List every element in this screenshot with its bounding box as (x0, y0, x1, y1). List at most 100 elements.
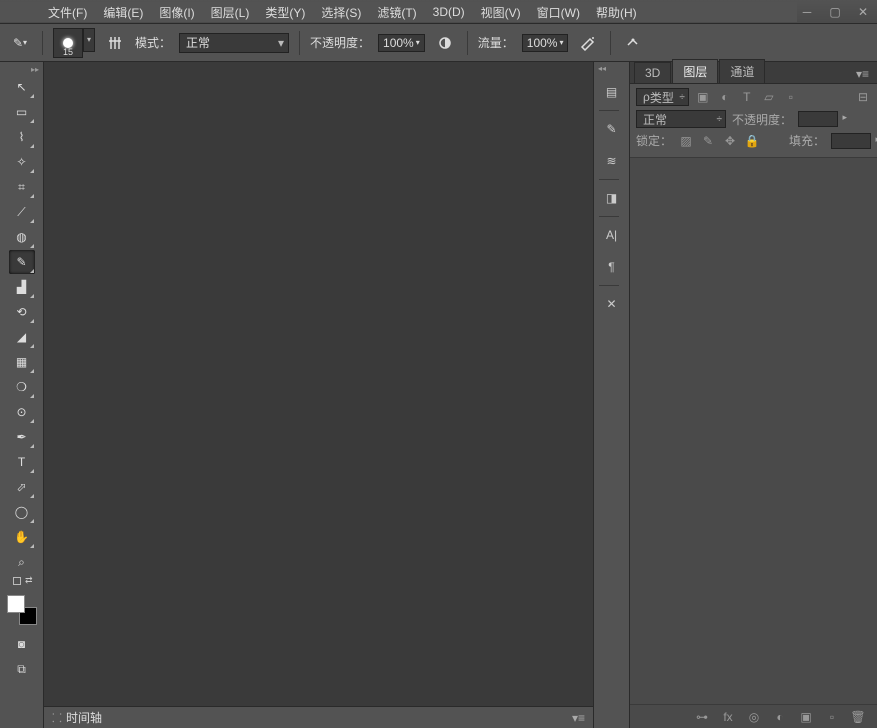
blend-mode-select[interactable]: 正常 (179, 33, 289, 53)
aux-expand-handle[interactable]: ◂◂ (598, 64, 606, 74)
timeline-menu-icon[interactable]: ▾≡ (572, 711, 585, 725)
filter-type-icon[interactable]: T (739, 89, 755, 105)
clone-source-panel-icon[interactable]: ◨ (599, 184, 625, 212)
panel-menu-icon[interactable]: ▾≡ (854, 65, 871, 83)
layer-blend-mode-select[interactable]: 正常 (636, 110, 726, 128)
timeline-handle-icon[interactable]: ⸬ (52, 709, 60, 726)
magic-wand-tool[interactable]: ✧ (9, 150, 35, 174)
hand-tool[interactable]: ✋ (9, 525, 35, 549)
crop-tool[interactable]: ⌗ (9, 175, 35, 199)
blur-tool[interactable]: ❍ (9, 375, 35, 399)
menu-type[interactable]: 类型(Y) (257, 2, 313, 23)
quick-mask-toggle[interactable]: ◙ (9, 632, 35, 656)
menu-layer[interactable]: 图层(L) (203, 2, 258, 23)
menu-image[interactable]: 图像(I) (151, 2, 202, 23)
flow-input[interactable]: 100%▾ (522, 34, 569, 52)
layer-list[interactable] (630, 158, 877, 704)
brush-settings-panel-icon[interactable]: ≋ (599, 147, 625, 175)
tab-layers[interactable]: 图层 (672, 59, 718, 83)
menu-window[interactable]: 窗口(W) (529, 2, 588, 23)
layer-opacity-label: 不透明度： (732, 111, 792, 128)
opacity-pressure-icon[interactable] (433, 31, 457, 55)
layer-style-icon[interactable]: fx (719, 708, 737, 726)
minimize-button[interactable]: ─ (793, 3, 821, 21)
pen-tool[interactable]: ✒ (9, 425, 35, 449)
layer-opacity-input[interactable] (798, 111, 838, 127)
maximize-button[interactable]: ▢ (821, 3, 849, 21)
filter-pixel-icon[interactable]: ▣ (695, 89, 711, 105)
dodge-tool[interactable]: ⊙ (9, 400, 35, 424)
right-panel-group: 3D 图层 通道 ▾≡ ρ 类型 ▣ ◐ T ▱ ▫ ⊟ 正常 不透明度： 锁定… (629, 62, 877, 728)
history-brush-tool[interactable]: ⟲ (9, 300, 35, 324)
document-canvas[interactable] (44, 62, 593, 706)
menu-file[interactable]: 文件(F) (40, 2, 95, 23)
menu-help[interactable]: 帮助(H) (588, 2, 645, 23)
gradient-tool[interactable]: ▦ (9, 350, 35, 374)
tab-channels[interactable]: 通道 (719, 59, 765, 83)
close-button[interactable]: ✕ (849, 3, 877, 21)
color-swatch[interactable] (7, 595, 37, 625)
menu-3d[interactable]: 3D(D) (425, 3, 473, 21)
toolbox-collapse-handle[interactable]: ▸▸ (0, 64, 43, 74)
heal-tool[interactable]: ◍ (9, 225, 35, 249)
default-colors-icon[interactable] (13, 577, 21, 585)
marquee-tool[interactable]: ▭ (9, 100, 35, 124)
lasso-tool[interactable]: ⌇ (9, 125, 35, 149)
menu-edit[interactable]: 编辑(E) (95, 2, 151, 23)
layer-fill-input[interactable] (831, 133, 871, 149)
airbrush-icon[interactable] (576, 31, 600, 55)
lock-label: 锁定： (636, 132, 672, 149)
filter-smart-icon[interactable]: ▫ (783, 89, 799, 105)
window-controls: ─ ▢ ✕ (793, 3, 877, 21)
screen-mode-toggle[interactable]: ⧉ (9, 657, 35, 681)
layer-filter-select[interactable]: ρ 类型 (636, 88, 689, 106)
move-tool[interactable]: ↖ (9, 75, 35, 99)
menu-view[interactable]: 视图(V) (473, 2, 529, 23)
delete-layer-icon[interactable]: 🗑 (849, 708, 867, 726)
brush-preset-panel-icon[interactable]: ✎ (599, 115, 625, 143)
zoom-tool[interactable]: ⌕ (9, 550, 35, 574)
link-layers-icon[interactable]: ⊶ (693, 708, 711, 726)
timeline-tab[interactable]: 时间轴 (66, 709, 102, 726)
flow-label: 流量： (478, 34, 514, 51)
lock-pixels-icon[interactable]: ✎ (700, 133, 716, 149)
lock-position-icon[interactable]: ✥ (722, 133, 738, 149)
tool-preset-icon[interactable]: ✎▾ (8, 31, 32, 55)
separator (42, 31, 43, 55)
separator (299, 31, 300, 55)
tab-3d[interactable]: 3D (634, 62, 671, 83)
lock-all-icon[interactable]: 🔒 (744, 133, 760, 149)
foreground-color[interactable] (7, 595, 25, 613)
new-group-icon[interactable]: ▣ (797, 708, 815, 726)
size-pressure-icon[interactable] (621, 31, 645, 55)
eyedropper-tool[interactable]: ⟋ (9, 200, 35, 224)
filter-shape-icon[interactable]: ▱ (761, 89, 777, 105)
layer-mask-icon[interactable]: ◎ (745, 708, 763, 726)
brush-preset-picker[interactable]: 15 (53, 28, 83, 58)
eraser-tool[interactable]: ◢ (9, 325, 35, 349)
lock-transparency-icon[interactable]: ▨ (678, 133, 694, 149)
title-bar: Ps 文件(F) 编辑(E) 图像(I) 图层(L) 类型(Y) 选择(S) 滤… (0, 0, 877, 24)
opacity-input[interactable]: 100%▾ (378, 34, 425, 52)
separator (599, 216, 620, 217)
brush-preset-dropdown[interactable]: ▾ (83, 28, 95, 52)
separator (467, 31, 468, 55)
filter-toggle-icon[interactable]: ⊟ (855, 89, 871, 105)
swap-colors-icon[interactable]: ⇄ (25, 575, 33, 586)
brush-panel-toggle-icon[interactable] (103, 31, 127, 55)
new-layer-icon[interactable]: ▫ (823, 708, 841, 726)
character-panel-icon[interactable]: A| (599, 221, 625, 249)
properties-panel-icon[interactable]: ✕ (599, 290, 625, 318)
canvas-area: ⸬ 时间轴 ▾≡ (44, 62, 593, 728)
paragraph-panel-icon[interactable]: ¶ (599, 253, 625, 281)
menu-select[interactable]: 选择(S) (313, 2, 369, 23)
history-panel-icon[interactable]: ▤ (599, 78, 625, 106)
menu-filter[interactable]: 滤镜(T) (369, 2, 424, 23)
adjustment-layer-icon[interactable]: ◐ (771, 708, 789, 726)
filter-adjust-icon[interactable]: ◐ (717, 89, 733, 105)
stamp-tool[interactable]: ▟ (9, 275, 35, 299)
shape-tool[interactable]: ◯ (9, 500, 35, 524)
brush-tool[interactable]: ✎ (9, 250, 35, 274)
path-select-tool[interactable]: ⬀ (9, 475, 35, 499)
type-tool[interactable]: T (9, 450, 35, 474)
